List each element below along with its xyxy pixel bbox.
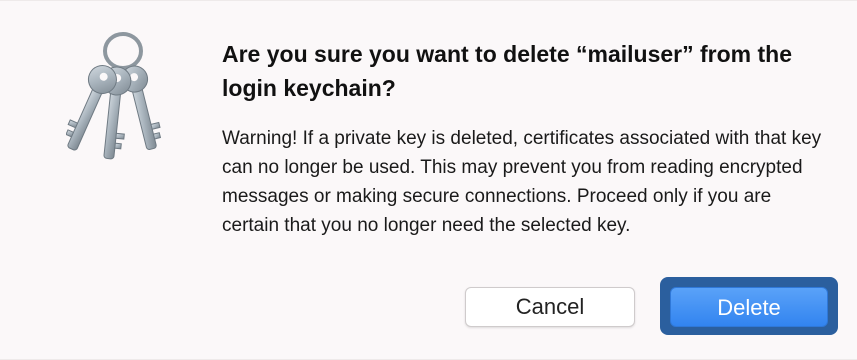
delete-button[interactable]: Delete	[670, 287, 828, 327]
dialog-title: Are you sure you want to delete “mailuse…	[222, 41, 793, 101]
cancel-button[interactable]: Cancel	[465, 287, 635, 327]
delete-keychain-item-dialog: Are you sure you want to delete “mailuse…	[0, 0, 857, 360]
keychain-keys-icon	[66, 29, 174, 165]
dialog-warning-message: Warning! If a private key is deleted, ce…	[222, 128, 822, 236]
